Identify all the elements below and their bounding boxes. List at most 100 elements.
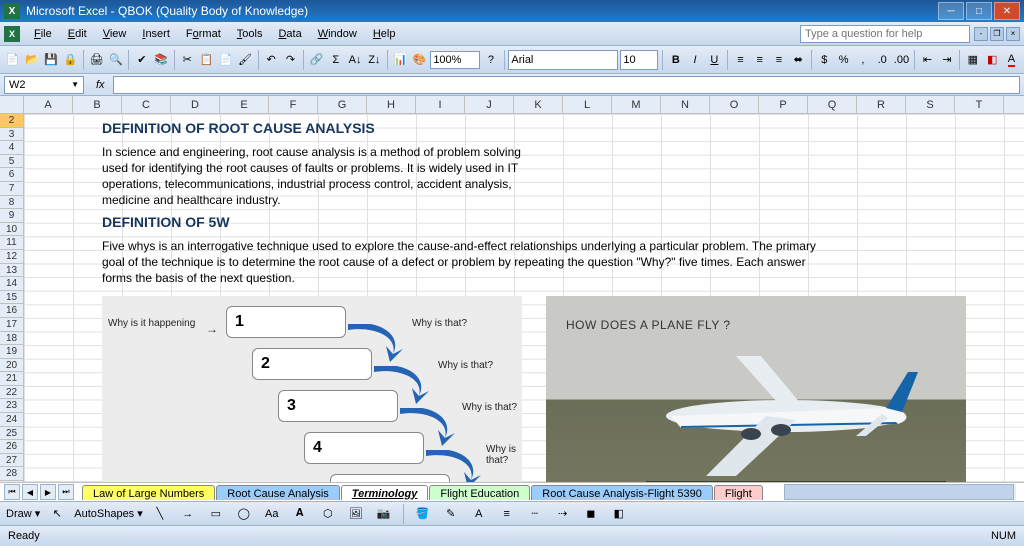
row-16[interactable]: 16 — [0, 304, 23, 318]
sheet-tab[interactable]: Law of Large Numbers — [82, 485, 215, 500]
bold-icon[interactable]: B — [667, 49, 684, 71]
window-close[interactable]: ✕ — [994, 2, 1020, 20]
tab-nav-last[interactable]: ⏭ — [58, 484, 74, 500]
arrow-icon[interactable]: → — [177, 503, 199, 525]
menu-help[interactable]: Help — [365, 26, 404, 42]
autoshapes-menu[interactable]: AutoShapes ▾ — [74, 507, 143, 520]
cut-icon[interactable]: ✂ — [179, 49, 196, 71]
col-L[interactable]: L — [563, 96, 612, 113]
print-preview-icon[interactable]: 🔍 — [107, 49, 124, 71]
row-13[interactable]: 13 — [0, 264, 23, 278]
menu-edit[interactable]: Edit — [60, 26, 95, 42]
fill-color-icon[interactable]: ◧ — [984, 49, 1001, 71]
zoom-input[interactable] — [430, 51, 480, 69]
draw-menu[interactable]: Draw ▾ — [6, 507, 40, 520]
shadow-icon[interactable]: ◼ — [580, 503, 602, 525]
row-9[interactable]: 9 — [0, 209, 23, 223]
spelling-icon[interactable]: ✔ — [133, 49, 150, 71]
sheet-tab[interactable]: Terminology — [341, 485, 429, 500]
line-style-icon[interactable]: ≡ — [496, 503, 518, 525]
tab-nav-first[interactable]: ⏮ — [4, 484, 20, 500]
col-P[interactable]: P — [759, 96, 808, 113]
dash-style-icon[interactable]: ┄ — [524, 503, 546, 525]
help-icon[interactable]: ? — [482, 49, 499, 71]
col-J[interactable]: J — [465, 96, 514, 113]
row-23[interactable]: 23 — [0, 399, 23, 413]
col-R[interactable]: R — [857, 96, 906, 113]
font-color-draw-icon[interactable]: A — [468, 503, 490, 525]
undo-icon[interactable]: ↶ — [263, 49, 280, 71]
arrow-style-icon[interactable]: ⇢ — [552, 503, 574, 525]
increase-decimal-icon[interactable]: .0 — [874, 49, 891, 71]
increase-indent-icon[interactable]: ⇥ — [938, 49, 955, 71]
underline-icon[interactable]: U — [706, 49, 723, 71]
col-S[interactable]: S — [906, 96, 955, 113]
col-K[interactable]: K — [514, 96, 563, 113]
row-2[interactable]: 2 — [0, 114, 23, 128]
wordart-icon[interactable]: 𝐀 — [289, 503, 311, 525]
formula-bar[interactable] — [113, 76, 1020, 94]
redo-icon[interactable]: ↷ — [282, 49, 299, 71]
row-12[interactable]: 12 — [0, 250, 23, 264]
align-left-icon[interactable]: ≡ — [732, 49, 749, 71]
sheet-tab[interactable]: Flight — [714, 485, 763, 500]
row-4[interactable]: 4 — [0, 141, 23, 155]
currency-icon[interactable]: $ — [816, 49, 833, 71]
paste-icon[interactable]: 📄 — [217, 49, 234, 71]
row-10[interactable]: 10 — [0, 223, 23, 237]
doc-restore[interactable]: ❐ — [990, 27, 1004, 41]
research-icon[interactable]: 📚 — [153, 49, 170, 71]
doc-close[interactable]: × — [1006, 27, 1020, 41]
decrease-indent-icon[interactable]: ⇤ — [919, 49, 936, 71]
row-18[interactable]: 18 — [0, 332, 23, 346]
col-D[interactable]: D — [171, 96, 220, 113]
col-M[interactable]: M — [612, 96, 661, 113]
horizontal-scrollbar[interactable] — [784, 484, 1016, 500]
row-7[interactable]: 7 — [0, 182, 23, 196]
row-20[interactable]: 20 — [0, 359, 23, 373]
row-26[interactable]: 26 — [0, 440, 23, 454]
window-minimize[interactable]: ─ — [938, 2, 964, 20]
save-icon[interactable]: 💾 — [43, 49, 60, 71]
copy-icon[interactable]: 📋 — [198, 49, 215, 71]
diagram-icon[interactable]: ⬡ — [317, 503, 339, 525]
menu-data[interactable]: Data — [270, 26, 309, 42]
3d-icon[interactable]: ◧ — [608, 503, 630, 525]
clipart-icon[interactable]: 🖼 — [345, 503, 367, 525]
picture-icon[interactable]: 📷 — [373, 503, 395, 525]
menu-file[interactable]: File — [26, 26, 60, 42]
menu-tools[interactable]: Tools — [229, 26, 271, 42]
row-22[interactable]: 22 — [0, 386, 23, 400]
sheet-tab[interactable]: Root Cause Analysis-Flight 5390 — [531, 485, 713, 500]
italic-icon[interactable]: I — [686, 49, 703, 71]
tab-nav-prev[interactable]: ◀ — [22, 484, 38, 500]
line-color-icon[interactable]: ✎ — [440, 503, 462, 525]
textbox-icon[interactable]: Aa — [261, 503, 283, 525]
select-all-corner[interactable] — [0, 96, 24, 114]
font-select[interactable] — [508, 50, 618, 70]
row-8[interactable]: 8 — [0, 196, 23, 210]
menu-view[interactable]: View — [95, 26, 135, 42]
align-center-icon[interactable]: ≡ — [751, 49, 768, 71]
row-15[interactable]: 15 — [0, 291, 23, 305]
row-6[interactable]: 6 — [0, 168, 23, 182]
spreadsheet-grid[interactable]: DEFINITION OF ROOT CAUSE ANALYSIS In sci… — [24, 114, 1024, 482]
new-icon[interactable]: 📄 — [4, 49, 21, 71]
sort-asc-icon[interactable]: A↓ — [346, 49, 363, 71]
col-A[interactable]: A — [24, 96, 73, 113]
percent-icon[interactable]: % — [835, 49, 852, 71]
menu-insert[interactable]: Insert — [134, 26, 178, 42]
row-17[interactable]: 17 — [0, 318, 23, 332]
row-27[interactable]: 27 — [0, 454, 23, 468]
row-3[interactable]: 3 — [0, 128, 23, 142]
merge-center-icon[interactable]: ⬌ — [790, 49, 807, 71]
col-I[interactable]: I — [416, 96, 465, 113]
align-right-icon[interactable]: ≡ — [770, 49, 787, 71]
chart-wizard-icon[interactable]: 📊 — [392, 49, 409, 71]
format-painter-icon[interactable]: 🖌 — [236, 49, 253, 71]
print-icon[interactable]: 🖨 — [88, 49, 105, 71]
col-G[interactable]: G — [318, 96, 367, 113]
row-19[interactable]: 19 — [0, 345, 23, 359]
col-B[interactable]: B — [73, 96, 122, 113]
window-maximize[interactable]: □ — [966, 2, 992, 20]
